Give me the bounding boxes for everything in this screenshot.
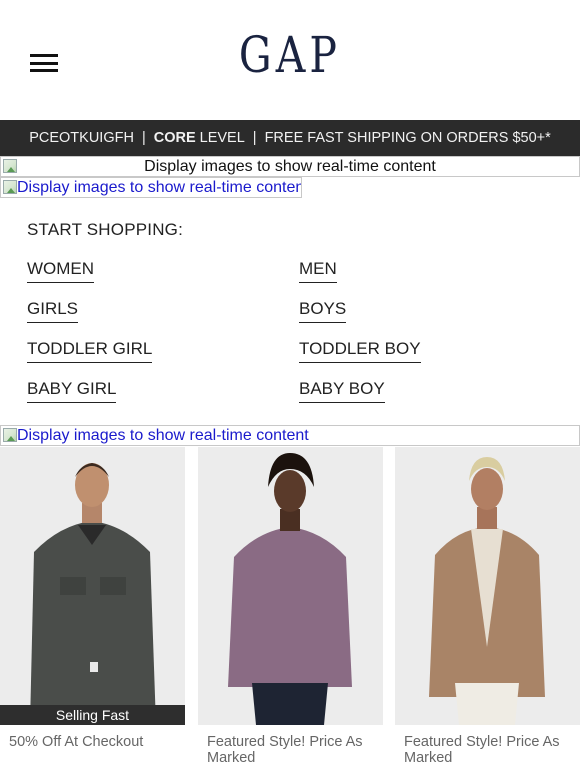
promo-banner[interactable]: PCEOTKUIGFH | CORE LEVEL | FREE FAST SHIPPIN… [0, 120, 580, 156]
placeholder-text: Display images to show real-time content [144, 158, 436, 175]
broken-image-icon [3, 159, 17, 173]
product-caption[interactable]: Featured Style! Price As Marked [404, 734, 574, 766]
broken-image-icon [3, 428, 17, 442]
product-image-cardigan[interactable] [395, 447, 580, 725]
broken-image-icon [3, 180, 17, 194]
shop-link-men[interactable]: MEN [299, 259, 337, 283]
shop-link-women[interactable]: WOMEN [27, 259, 95, 283]
shop-link-girls[interactable]: GIRLS [27, 299, 79, 323]
banner-level-bold: CORE [153, 130, 196, 146]
product-image-sweater[interactable] [198, 447, 383, 725]
placeholder-link-text[interactable]: Display images to show real-time content [17, 427, 309, 444]
banner-level-text: LEVEL [195, 130, 245, 146]
gap-logo[interactable]: GAP [52, 24, 528, 86]
product-photo [198, 447, 383, 725]
banner-separator: | [252, 130, 257, 146]
placeholder-link-text[interactable]: Display images to show real-time content [17, 179, 301, 196]
banner-separator: | [141, 130, 146, 146]
selling-fast-badge: Selling Fast [0, 705, 185, 725]
image-placeholder-top: Display images to show real-time content [0, 156, 580, 177]
product-image-shirt-jacket[interactable]: Selling Fast [0, 447, 185, 725]
shop-link-boys[interactable]: BOYS [299, 299, 347, 323]
image-placeholder-link[interactable]: Display images to show real-time content [0, 425, 580, 446]
product-photo [395, 447, 580, 725]
shop-link-toddler-boy[interactable]: TODDLER BOY [299, 339, 421, 363]
product-caption[interactable]: 50% Off At Checkout [9, 734, 184, 750]
shop-link-baby-boy[interactable]: BABY BOY [299, 379, 385, 403]
banner-code: PCEOTKUIGFH [29, 130, 134, 146]
header: GAP [0, 0, 580, 120]
product-photo [0, 447, 185, 725]
start-shopping-heading: START SHOPPING: [27, 220, 184, 239]
shop-link-toddler-girl[interactable]: TODDLER GIRL [27, 339, 153, 363]
product-caption[interactable]: Featured Style! Price As Marked [207, 734, 377, 766]
banner-shipping: FREE FAST SHIPPING ON ORDERS $50+* [264, 130, 551, 146]
image-placeholder-link[interactable]: Display images to show real-time content [0, 177, 302, 198]
shop-link-baby-girl[interactable]: BABY GIRL [27, 379, 117, 403]
